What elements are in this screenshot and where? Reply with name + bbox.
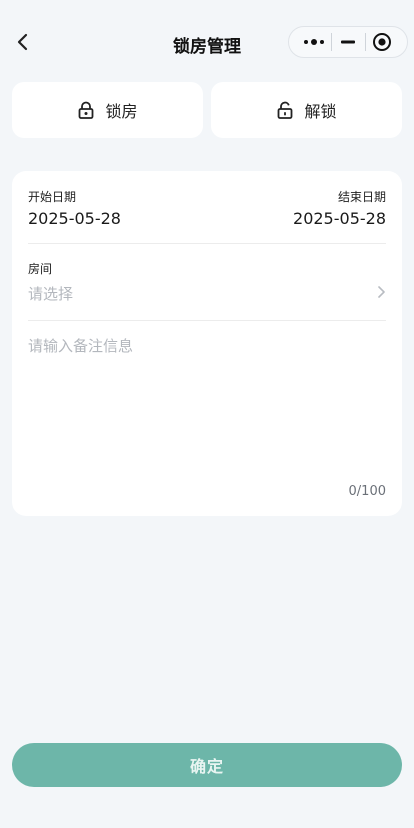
minimize-button[interactable] [333, 30, 363, 54]
more-dots-icon [304, 39, 324, 45]
target-close-icon [373, 33, 391, 51]
room-selector[interactable]: 房间 请选择 [28, 261, 386, 311]
capsule-divider [364, 33, 366, 51]
minimize-icon [341, 40, 355, 44]
lock-room-label: 锁房 [105, 102, 138, 121]
confirm-button[interactable]: 确定 [12, 743, 402, 787]
divider [28, 320, 386, 321]
lock-closed-icon [79, 101, 94, 119]
date-range: 开始日期 2025-05-28 结束日期 2025-05-28 [28, 189, 386, 243]
unlock-button[interactable]: 解锁 [211, 82, 402, 138]
nav-header: 锁房管理 [0, 0, 414, 84]
char-counter: 0/100 [348, 484, 386, 499]
divider [28, 243, 386, 244]
action-cards: 锁房 解锁 [12, 82, 402, 138]
capsule-divider [330, 33, 332, 51]
start-date-picker[interactable]: 开始日期 2025-05-28 [28, 189, 121, 229]
miniprogram-capsule [288, 26, 408, 58]
lock-form-card: 开始日期 2025-05-28 结束日期 2025-05-28 房间 请选择 0… [12, 171, 402, 516]
lock-room-button[interactable]: 锁房 [12, 82, 203, 138]
lock-open-icon [278, 101, 293, 119]
room-placeholder: 请选择 [28, 285, 74, 303]
lock-room-page: 锁房管理 锁房 解锁 开始日期 2025-05-28 结束日期 2025-05-… [0, 0, 414, 828]
start-date-label: 开始日期 [28, 190, 77, 204]
close-miniprogram-button[interactable] [367, 30, 397, 54]
room-label: 房间 [28, 262, 53, 276]
end-date-value: 2025-05-28 [293, 209, 386, 228]
end-date-picker[interactable]: 结束日期 2025-05-28 [293, 189, 386, 229]
unlock-label: 解锁 [304, 102, 337, 121]
start-date-value: 2025-05-28 [28, 209, 121, 228]
remark-input[interactable] [28, 335, 386, 465]
more-button[interactable] [299, 30, 329, 54]
chevron-right-icon [378, 286, 385, 298]
end-date-label: 结束日期 [337, 190, 386, 204]
